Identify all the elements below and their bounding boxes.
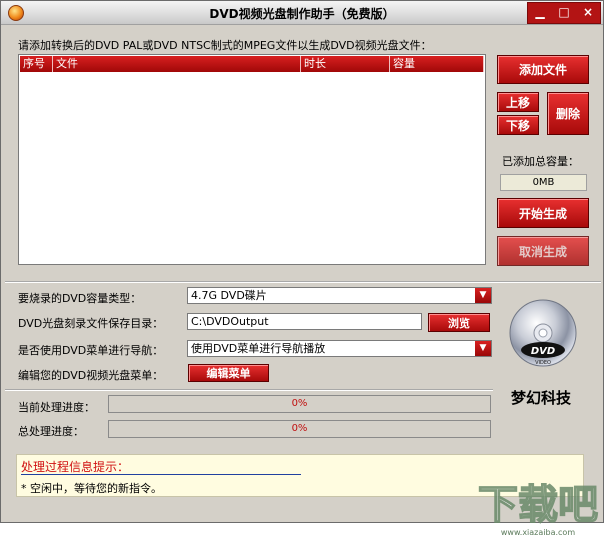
progress-divider [5,389,493,391]
menu-nav-value: 使用DVD菜单进行导航播放 [191,342,326,355]
dvd-logo-subtext: VIDEO [535,360,551,366]
info-message: * 空闲中，等待您的新指令。 [21,482,162,495]
file-list-prompt: 请添加转换后的DVD PAL或DVD NTSC制式的MPEG文件以生成DVD视频… [18,39,432,52]
add-file-button[interactable]: 添加文件 [497,55,589,84]
total-capacity-label: 已添加总容量： [502,155,579,168]
menu-nav-label: 是否使用DVD菜单进行导航： [18,344,164,357]
watermark-text: 下载吧 [478,482,598,528]
brand-name: 梦幻科技 [511,389,572,407]
maximize-icon[interactable]: □ [552,3,576,23]
start-button[interactable]: 开始生成 [497,198,589,228]
chevron-down-icon[interactable]: ▼ [475,288,491,303]
move-up-button[interactable]: 上移 [497,92,539,112]
info-underline [21,474,301,475]
column-header-index[interactable]: 序号 [20,56,53,72]
current-progress-bar: 0% [108,395,491,413]
main-window: DVD视频光盘制作助手（免费版） ▁ □ × 请添加转换后的DVD PAL或DV… [0,0,604,523]
total-progress-label: 总处理进度： [18,425,84,438]
current-progress-label: 当前处理进度： [18,401,95,414]
column-header-duration[interactable]: 时长 [301,56,390,72]
close-icon[interactable]: × [576,3,600,23]
edit-menu-label: 编辑您的DVD视频光盘菜单： [18,369,164,382]
cancel-button[interactable]: 取消生成 [497,236,589,266]
file-list[interactable]: 序号 文件 时长 容量 [18,54,486,265]
capacity-type-value: 4.7G DVD碟片 [191,289,267,302]
edit-menu-button[interactable]: 编辑菜单 [188,364,269,382]
total-progress-bar: 0% [108,420,491,438]
current-progress-value: 0% [291,398,308,409]
total-capacity-value: 0MB [500,174,587,191]
window-title: DVD视频光盘制作助手（免费版） [209,7,395,21]
column-header-size[interactable]: 容量 [390,56,484,72]
browse-button[interactable]: 浏览 [428,313,490,332]
menu-nav-select[interactable]: 使用DVD菜单进行导航播放 ▼ [187,340,492,357]
column-header-file[interactable]: 文件 [53,56,301,72]
window-controls: ▁ □ × [527,2,601,24]
section-divider [5,281,601,283]
output-dir-input[interactable]: C:\DVDOutput [187,313,422,330]
watermark-logo: 下载吧 www.xiazaiba.com [477,481,599,537]
title-bar[interactable]: DVD视频光盘制作助手（免费版） ▁ □ × [1,1,603,25]
total-progress-value: 0% [291,423,308,434]
dvd-disc-icon: DVD VIDEO [509,299,577,367]
minimize-icon[interactable]: ▁ [528,3,552,23]
delete-button[interactable]: 删除 [547,92,589,135]
dvd-logo-text: DVD [531,346,555,357]
watermark-url: www.xiazaiba.com [501,528,575,537]
move-down-button[interactable]: 下移 [497,115,539,135]
chevron-down-icon[interactable]: ▼ [475,341,491,356]
info-title: 处理过程信息提示： [21,460,130,474]
output-dir-label: DVD光盘刻录文件保存目录： [18,317,164,330]
capacity-type-select[interactable]: 4.7G DVD碟片 ▼ [187,287,492,304]
capacity-type-label: 要烧录的DVD容量类型： [18,292,142,305]
